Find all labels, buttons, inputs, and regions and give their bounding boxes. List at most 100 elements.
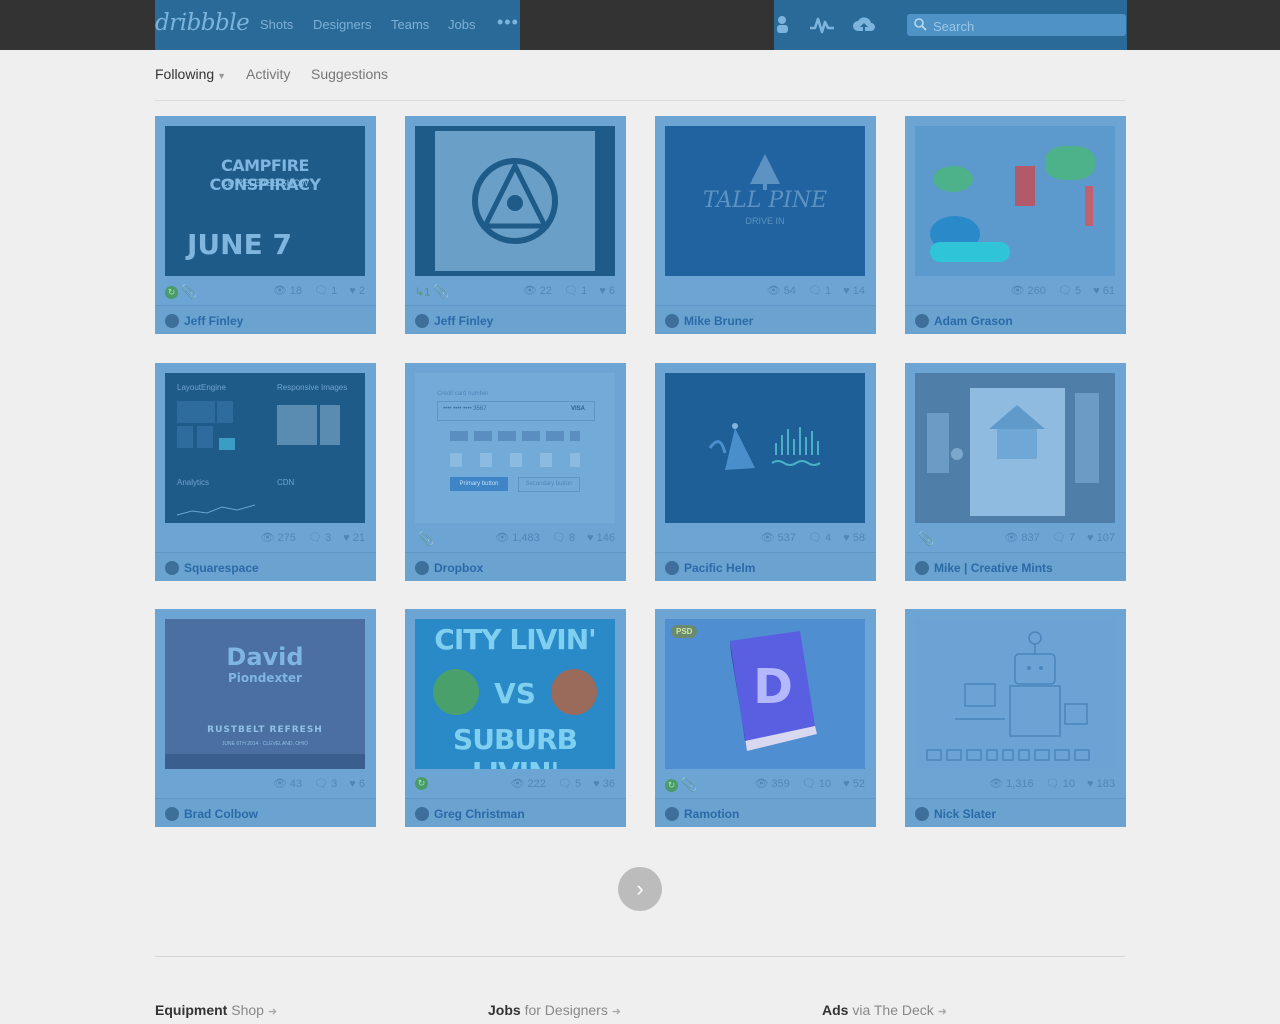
- footer-equipment-link[interactable]: Equipment Shop ➜: [155, 1002, 277, 1018]
- comments-stat[interactable]: 🗨 7: [1052, 532, 1075, 544]
- nav-jobs[interactable]: Jobs: [448, 17, 475, 32]
- tab-suggestions[interactable]: Suggestions: [311, 66, 388, 82]
- player-link[interactable]: Pacific Helm: [665, 561, 755, 575]
- comments-stat[interactable]: 🗨 4: [808, 532, 831, 544]
- avatar: [165, 807, 179, 821]
- shot-thumbnail[interactable]: [915, 373, 1115, 523]
- shot-stats: 👁 537 🗨 4 ♥ 58: [665, 531, 865, 545]
- tab-activity[interactable]: Activity: [246, 66, 290, 82]
- comments-stat[interactable]: 🗨 3: [308, 532, 331, 544]
- likes-stat[interactable]: ♥ 21: [343, 532, 365, 544]
- tab-following[interactable]: Following ▼: [155, 66, 226, 82]
- footer-jobs-link[interactable]: Jobs for Designers ➜: [488, 1002, 621, 1018]
- comment-icon: 🗨: [557, 778, 572, 790]
- likes-stat[interactable]: ♥ 183: [1087, 778, 1115, 790]
- rebound-icon[interactable]: ↻: [415, 777, 428, 790]
- shot-card[interactable]: CITY LIVIN' VS SUBURB LIVIN' ↻ 👁 222 🗨 5…: [405, 609, 626, 827]
- views-stat: 👁 1,316: [989, 778, 1034, 790]
- nav-teams[interactable]: Teams: [391, 17, 429, 32]
- shot-card[interactable]: 👁 537 🗨 4 ♥ 58 Pacific Helm: [655, 363, 876, 581]
- likes-stat[interactable]: ♥ 14: [843, 285, 865, 297]
- shot-thumbnail[interactable]: [915, 126, 1115, 276]
- shot-card[interactable]: David Piondexter RUSTBELT REFRESH JUNE 6…: [155, 609, 376, 827]
- nav-shots[interactable]: Shots: [260, 17, 293, 32]
- rebound-count[interactable]: ↳1: [415, 287, 430, 299]
- shot-thumbnail[interactable]: TALL PINE DRIVE IN: [665, 126, 865, 276]
- shot-card[interactable]: 📎 👁 837 🗨 7 ♥ 107 Mike | Creative Mints: [905, 363, 1126, 581]
- attachment-icon[interactable]: 📎: [418, 531, 434, 547]
- avatar: [665, 561, 679, 575]
- user-icon[interactable]: [774, 14, 798, 36]
- shot-player-bar: Mike Bruner: [655, 305, 876, 334]
- shot-card[interactable]: ↳1 📎 👁 22 🗨 1 ♥ 6 Jeff Finley: [405, 116, 626, 334]
- shot-card[interactable]: 👁 1,316 🗨 10 ♥ 183 Nick Slater: [905, 609, 1126, 827]
- shot-card[interactable]: TALL PINE DRIVE IN 👁 54 🗨 1 ♥ 14 Mike Br…: [655, 116, 876, 334]
- nav-designers[interactable]: Designers: [313, 17, 372, 32]
- likes-stat[interactable]: ♥ 52: [843, 778, 865, 790]
- eye-icon: 👁: [766, 285, 781, 297]
- shot-card[interactable]: PSD D ↻ 📎 👁 359 🗨 10 ♥ 52 Ramotion: [655, 609, 876, 827]
- shot-thumbnail[interactable]: LayoutEngine Responsive Images Analytics…: [165, 373, 365, 523]
- shot-card[interactable]: CAMPFIRE CONSPIRACY CD RELEASE SHOW JUNE…: [155, 116, 376, 334]
- player-link[interactable]: Greg Christman: [415, 807, 525, 821]
- shot-thumbnail[interactable]: Credit card number •••• •••• •••• 3567 V…: [415, 373, 615, 523]
- player-link[interactable]: Brad Colbow: [165, 807, 258, 821]
- player-link[interactable]: Mike | Creative Mints: [915, 561, 1053, 575]
- comments-stat[interactable]: 🗨 5: [1058, 285, 1081, 297]
- likes-stat[interactable]: ♥ 61: [1093, 285, 1115, 297]
- player-link[interactable]: Jeff Finley: [415, 314, 493, 328]
- player-link[interactable]: Mike Bruner: [665, 314, 753, 328]
- eye-icon: 👁: [989, 778, 1004, 790]
- likes-stat[interactable]: ♥ 146: [587, 532, 615, 544]
- rebound-icon[interactable]: ↻: [665, 778, 678, 792]
- attachment-icon[interactable]: 📎: [181, 284, 197, 300]
- player-link[interactable]: Squarespace: [165, 561, 259, 575]
- likes-stat[interactable]: ♥ 6: [599, 285, 615, 297]
- attachment-icon[interactable]: 📎: [681, 777, 697, 793]
- dribbble-logo[interactable]: dribbble: [155, 10, 250, 36]
- heart-icon: ♥: [843, 285, 850, 297]
- rebound-icon[interactable]: ↻: [165, 285, 178, 299]
- shot-thumbnail[interactable]: [665, 373, 865, 523]
- shot-thumbnail[interactable]: David Piondexter RUSTBELT REFRESH JUNE 6…: [165, 619, 365, 769]
- likes-stat[interactable]: ♥ 58: [843, 532, 865, 544]
- comments-stat[interactable]: 🗨 1: [314, 285, 337, 297]
- next-page-button[interactable]: ›: [618, 867, 662, 911]
- player-link[interactable]: Adam Grason: [915, 314, 1013, 328]
- shot-thumbnail[interactable]: [915, 619, 1115, 769]
- attachment-icon[interactable]: 📎: [918, 531, 934, 547]
- heart-icon: ♥: [349, 778, 356, 790]
- shot-thumbnail[interactable]: CITY LIVIN' VS SUBURB LIVIN': [415, 619, 615, 769]
- comments-stat[interactable]: 🗨 3: [314, 778, 337, 790]
- shot-thumbnail[interactable]: [415, 126, 615, 276]
- shot-card[interactable]: LayoutEngine Responsive Images Analytics…: [155, 363, 376, 581]
- likes-stat[interactable]: ♥ 6: [349, 778, 365, 790]
- comments-stat[interactable]: 🗨 1: [564, 285, 587, 297]
- likes-stat[interactable]: ♥ 107: [1087, 532, 1115, 544]
- search-input[interactable]: [931, 14, 1125, 38]
- search-box[interactable]: [907, 14, 1126, 38]
- eye-icon: 👁: [522, 285, 537, 297]
- shot-card[interactable]: Credit card number •••• •••• •••• 3567 V…: [405, 363, 626, 581]
- player-link[interactable]: Nick Slater: [915, 807, 996, 821]
- player-link[interactable]: Dropbox: [415, 561, 483, 575]
- attachment-icon[interactable]: 📎: [433, 284, 449, 300]
- activity-icon[interactable]: [809, 14, 834, 36]
- likes-stat[interactable]: ♥ 36: [593, 778, 615, 790]
- shot-card[interactable]: 👁 260 🗨 5 ♥ 61 Adam Grason: [905, 116, 1126, 334]
- shot-thumbnail[interactable]: CAMPFIRE CONSPIRACY CD RELEASE SHOW JUNE…: [165, 126, 365, 276]
- footer-ads-link[interactable]: Ads via The Deck ➜: [822, 1002, 947, 1018]
- footer-divider: [155, 956, 1125, 957]
- avatar: [915, 561, 929, 575]
- comments-stat[interactable]: 🗨 5: [558, 778, 581, 790]
- nav-more-menu[interactable]: •••: [497, 12, 519, 33]
- comments-stat[interactable]: 🗨 8: [552, 532, 575, 544]
- shot-thumbnail[interactable]: PSD D: [665, 619, 865, 769]
- player-link[interactable]: Jeff Finley: [165, 314, 243, 328]
- player-link[interactable]: Ramotion: [665, 807, 739, 821]
- comments-stat[interactable]: 🗨 10: [802, 778, 831, 790]
- likes-stat[interactable]: ♥ 2: [349, 285, 365, 297]
- comments-stat[interactable]: 🗨 1: [808, 285, 831, 297]
- upload-icon[interactable]: [852, 14, 876, 36]
- comments-stat[interactable]: 🗨 10: [1046, 778, 1075, 790]
